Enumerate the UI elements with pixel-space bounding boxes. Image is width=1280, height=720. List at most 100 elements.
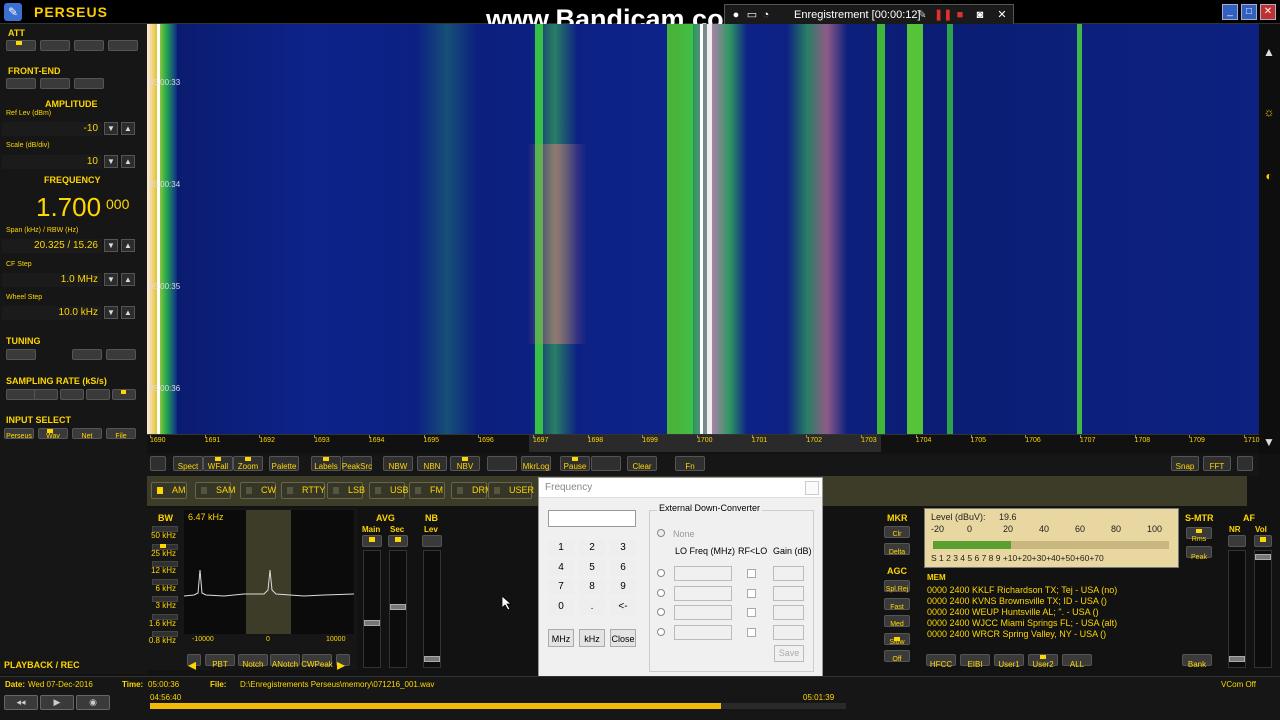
keypad-key-1[interactable]: 1 [548,540,574,556]
nb-lev-thumb[interactable] [424,656,440,662]
close-recording-icon[interactable]: ✕ [996,9,1008,21]
toolbar-button-blank-9[interactable] [487,456,517,471]
mode-lsb-button[interactable]: LSB [327,482,365,499]
stop-icon[interactable]: ■ [954,9,966,21]
frequency-fine-readout[interactable]: 000 [106,196,129,212]
span-up-icon[interactable]: ▲ [121,239,135,252]
ref-lev-value[interactable]: -10 [2,122,102,136]
keypad-key-dot[interactable]: . [579,598,605,615]
camera-icon[interactable]: ◙ [974,9,986,21]
span-down-icon[interactable]: ▼ [104,239,118,252]
mode-fm-button[interactable]: FM [409,482,445,499]
mode-user-button[interactable]: USER [488,482,534,499]
nb-button[interactable] [422,535,442,547]
tuning-button-2[interactable] [72,349,102,360]
edc-gain-field[interactable] [773,605,804,620]
mode-drm-button[interactable]: DRM [451,482,493,499]
tuning-button-1[interactable] [6,349,36,360]
avg-main-thumb[interactable] [364,620,380,626]
memory-row[interactable]: 0000 2400 KVNS Brownsville TX; ID - USA … [927,596,1107,606]
cf-step-up-icon[interactable]: ▲ [121,273,135,286]
att-button-30[interactable] [108,40,138,51]
edc-rf-checkbox[interactable] [747,569,756,578]
playback-progress[interactable] [150,703,846,709]
toolbar-button-blank-12[interactable] [591,456,621,471]
edc-rf-checkbox[interactable] [747,588,756,598]
edc-lo-freq-field[interactable] [674,624,732,640]
play-icon[interactable]: ▶ [40,695,74,710]
avg-main-slider[interactable] [363,550,381,668]
frequency-main-readout[interactable]: 1.700 [36,192,101,223]
clock-icon[interactable]: ◔ [760,9,772,21]
edc-rf-checkbox[interactable] [747,627,756,637]
record-icon[interactable]: ● [730,9,742,21]
ref-lev-down-icon[interactable]: ▼ [104,122,118,135]
keypad-key-5[interactable]: 5 [579,559,605,576]
sample-rate-button-3[interactable] [60,389,84,400]
ref-lev-up-icon[interactable]: ▲ [121,122,135,135]
af-vol-slider[interactable] [1254,550,1272,668]
mode-sam-button[interactable]: SAM [195,482,236,499]
af-vol-thumb[interactable] [1255,554,1271,560]
memory-row[interactable]: 0000 2400 WJCC Miami Springs FL; - USA (… [927,618,1117,628]
sample-rate-button-4[interactable] [86,389,110,400]
bw-bottom-button-0[interactable]: ◂ [187,654,201,674]
edc-row-radio[interactable] [657,608,665,616]
memory-row[interactable]: 0000 2400 KKLF Richardson TX; Tej - USA … [927,585,1117,595]
pause-icon[interactable]: ❚❚ [934,9,952,21]
mode-cw-button[interactable]: CW [240,482,276,499]
edc-lo-freq-field[interactable] [674,566,732,581]
pencil-icon[interactable]: ✎ [916,9,928,21]
dialog-mhz-button[interactable]: MHz [548,629,574,647]
cf-step-down-icon[interactable]: ▼ [104,273,118,286]
memory-list[interactable]: 0000 2400 KKLF Richardson TX; Tej - USA … [924,583,1214,653]
passband-spectrum[interactable] [184,510,354,634]
screen-icon[interactable]: ▭ [746,9,758,21]
mode-am-button[interactable]: AM [151,482,187,499]
wheel-step-down-icon[interactable]: ▼ [104,306,118,319]
cf-step-value[interactable]: 1.0 MHz [2,273,102,287]
front-end-button-3[interactable] [74,78,104,89]
scroll-up-icon[interactable]: ▲ [1263,46,1275,58]
wheel-step-up-icon[interactable]: ▲ [121,306,135,319]
edc-row-radio[interactable] [657,588,665,597]
scale-value[interactable]: 10 [2,155,102,169]
att-button-10[interactable] [40,40,70,51]
scroll-down-icon[interactable]: ▼ [1263,436,1275,448]
keypad-key-3[interactable]: 3 [610,540,636,556]
memory-row[interactable]: 0000 2400 WEUP Huntsville AL; ". - USA (… [927,607,1099,617]
scroll-left-icon[interactable] [150,456,166,471]
maximize-button[interactable]: □ [1241,4,1257,20]
edc-save-button[interactable]: Save [774,645,804,662]
keypad-key-7[interactable]: 7 [548,579,574,595]
memory-row[interactable]: 0000 2400 WRCR Spring Valley, NY - USA (… [927,629,1106,639]
scale-down-icon[interactable]: ▼ [104,155,118,168]
bw-bottom-button-5[interactable]: ▸ [336,654,350,674]
mode-rtty-button[interactable]: RTTY [281,482,325,499]
wheel-step-value[interactable]: 10.0 kHz [2,306,102,320]
edc-lo-freq-field[interactable] [674,605,732,620]
rewind-button[interactable]: ◂◂ [4,695,38,710]
scroll-right-icon[interactable] [1237,456,1253,471]
edc-row-radio[interactable] [657,569,665,577]
stop-playback-button[interactable]: ◉ [76,695,110,710]
front-end-button-1[interactable] [6,78,36,89]
edc-gain-field[interactable] [773,585,804,601]
keypad-key-backspace[interactable]: <- [610,598,636,615]
frequency-input[interactable] [548,510,636,527]
span-value[interactable]: 20.325 / 15.26 [2,239,102,253]
keypad-key-0[interactable]: 0 [548,598,574,615]
sample-rate-button-1[interactable] [6,389,36,400]
keypad-key-9[interactable]: 9 [610,579,636,595]
dialog-close-icon[interactable] [805,481,819,495]
att-button-20[interactable] [74,40,104,51]
close-button[interactable]: ✕ [1260,4,1276,20]
sample-rate-button-2[interactable] [34,389,58,400]
edc-none-radio[interactable] [657,529,665,537]
avg-sec-thumb[interactable] [390,604,406,610]
minimize-button[interactable]: _ [1222,4,1238,20]
keypad-key-6[interactable]: 6 [610,559,636,576]
contrast-icon[interactable]: ◐ [1263,170,1275,182]
keypad-key-4[interactable]: 4 [548,559,574,576]
nb-lev-slider[interactable] [423,550,441,668]
